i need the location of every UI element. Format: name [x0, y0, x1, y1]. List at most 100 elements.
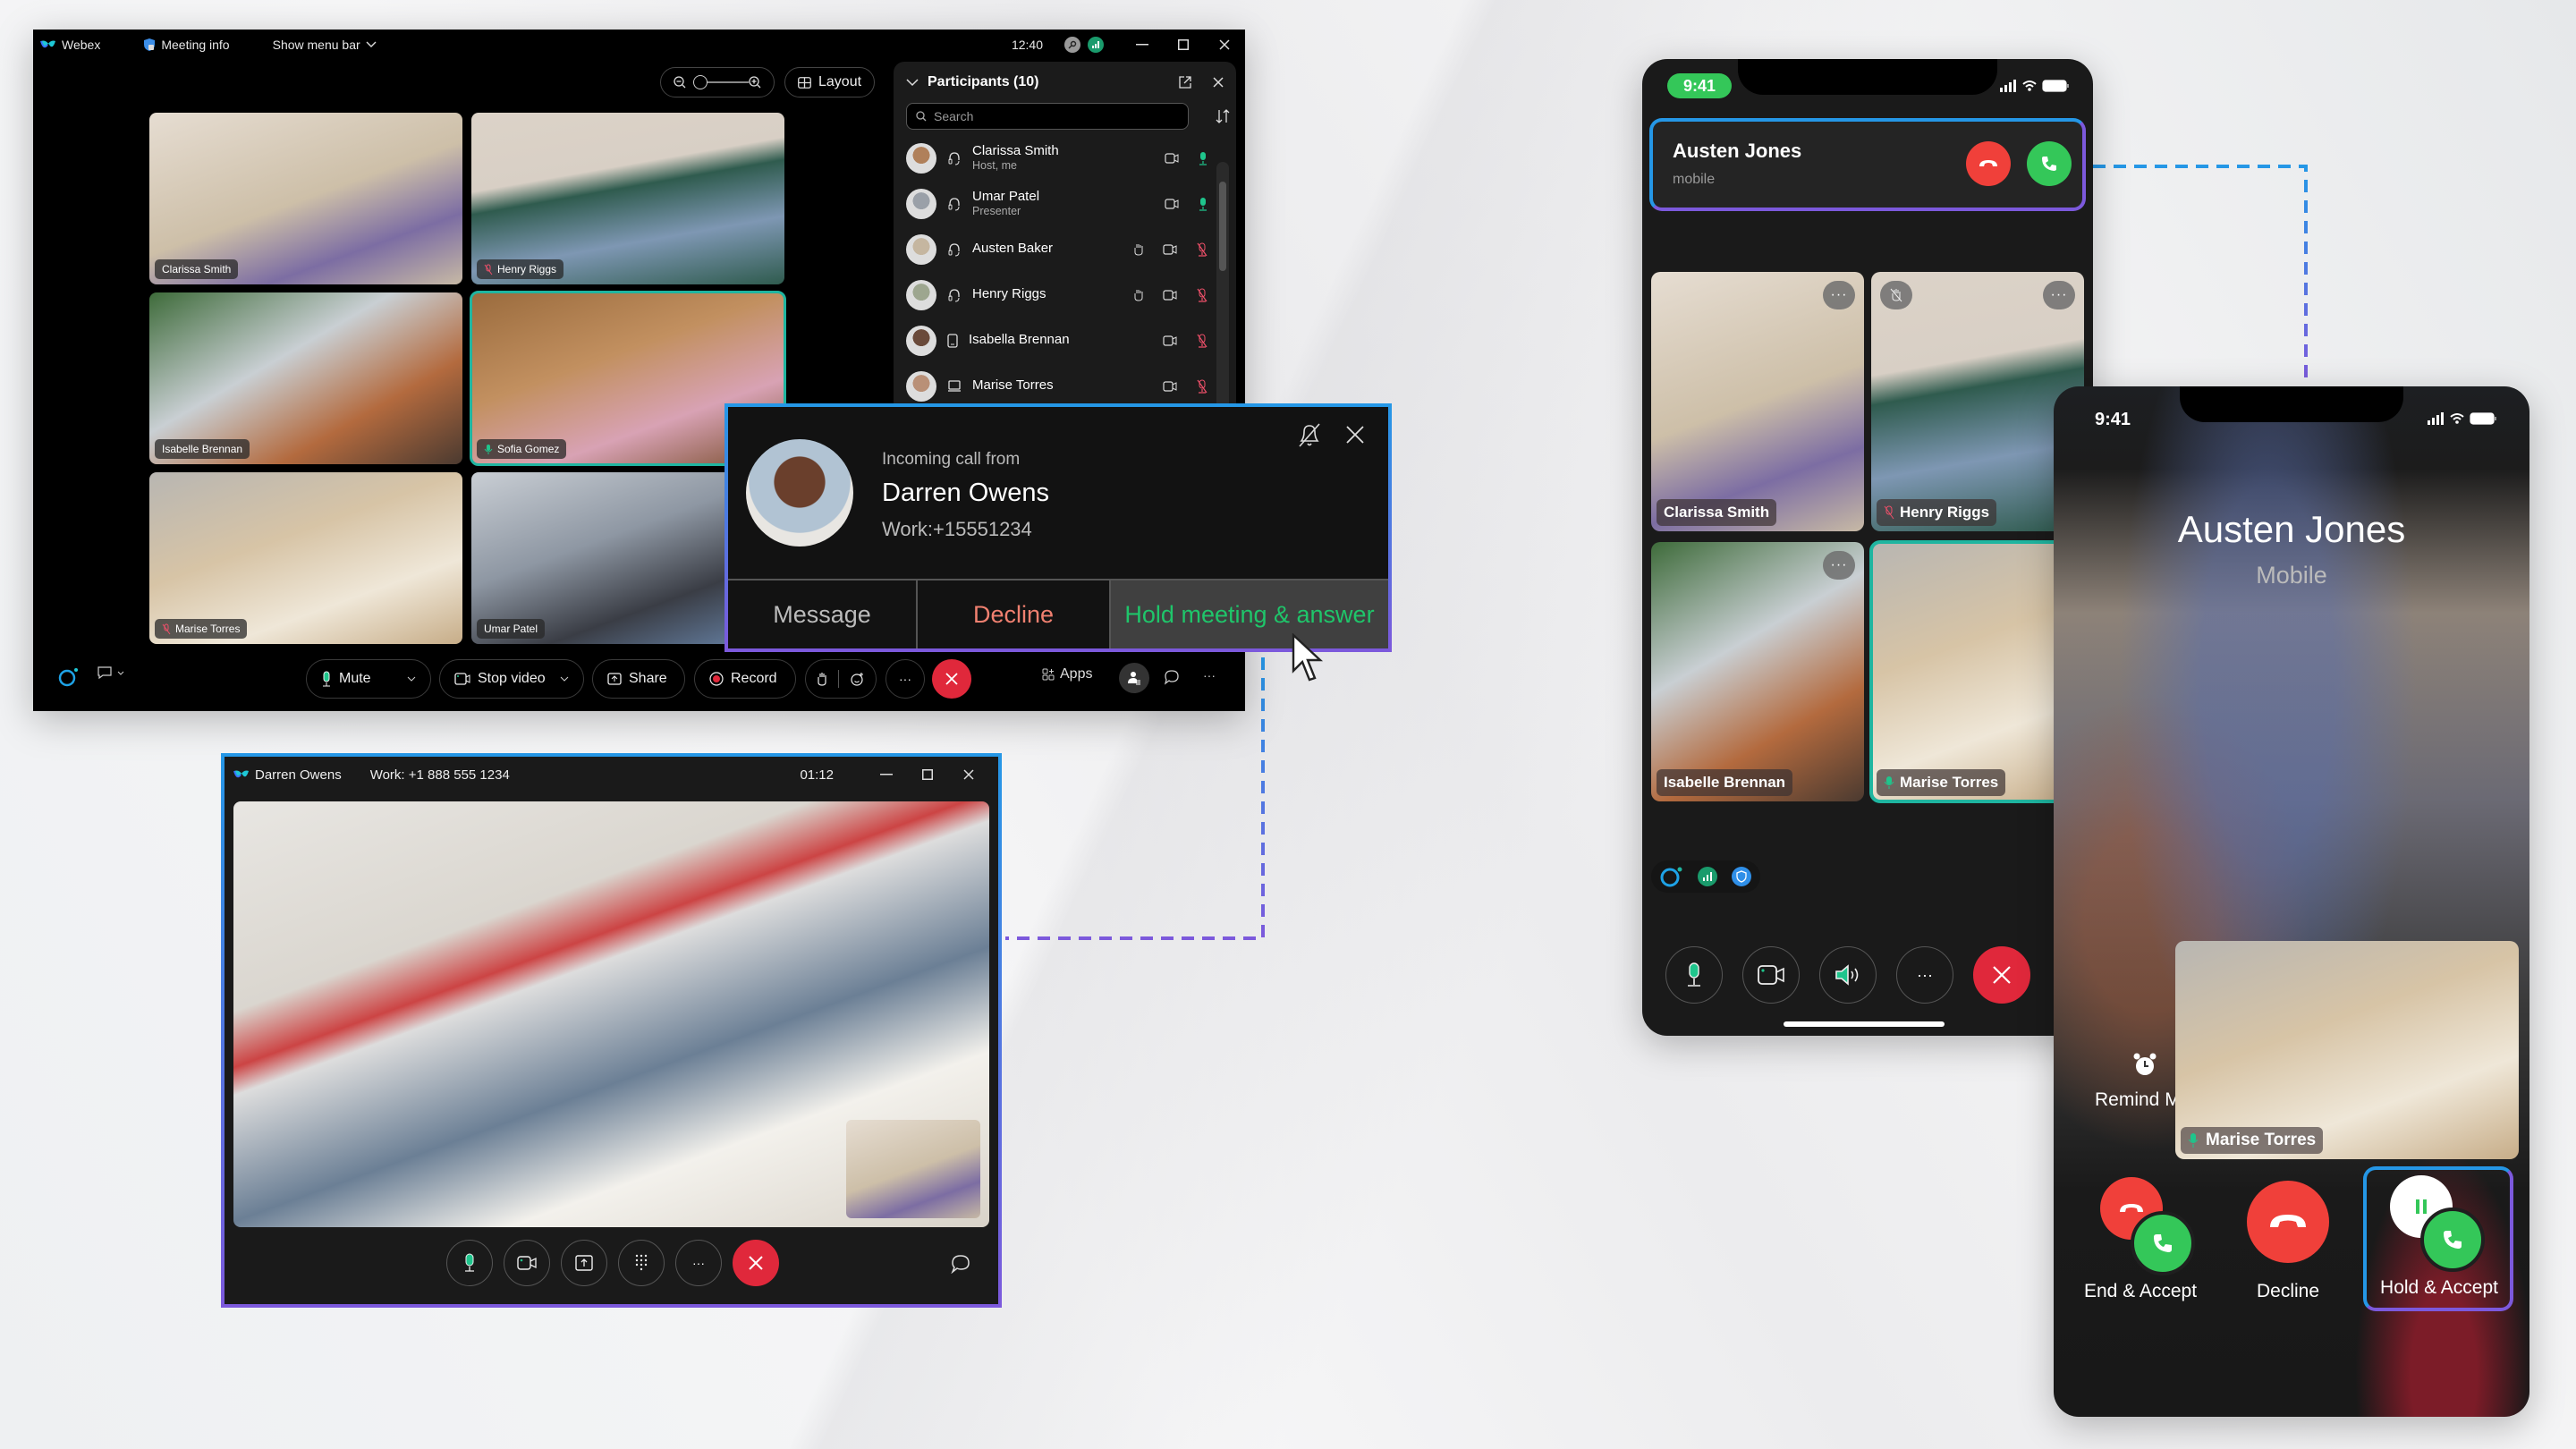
- close-panel-icon[interactable]: [1213, 77, 1224, 88]
- chevron-down-icon[interactable]: [407, 676, 416, 682]
- tile-more-button[interactable]: ···: [1823, 551, 1855, 580]
- participant-row[interactable]: Clarissa Smith Host, me: [894, 135, 1236, 181]
- close-icon[interactable]: [1345, 425, 1365, 445]
- keypad-button[interactable]: [618, 1240, 665, 1286]
- camera-icon: [1165, 152, 1179, 164]
- hand-lowered-icon[interactable]: [1880, 281, 1912, 309]
- incoming-call-banner[interactable]: Austen Jones mobile: [1649, 118, 2086, 211]
- apps-button[interactable]: Apps: [1042, 666, 1092, 682]
- mute-ringer-icon[interactable]: [1297, 421, 1322, 448]
- video-tile[interactable]: Clarissa Smith: [149, 113, 462, 284]
- minimize-button[interactable]: [866, 759, 907, 790]
- zoom-out-icon[interactable]: [674, 76, 686, 89]
- alarm-clock-icon[interactable]: [2132, 1052, 2157, 1077]
- pip-name-label: Marise Torres: [2181, 1127, 2324, 1154]
- maximize-button[interactable]: [1163, 30, 1204, 60]
- hold-accept-button[interactable]: Hold & Accept: [2363, 1166, 2513, 1311]
- end-accept-button[interactable]: [2100, 1177, 2199, 1275]
- webex-app-label[interactable]: Webex: [40, 38, 100, 52]
- pip-video[interactable]: Marise Torres: [2175, 941, 2519, 1159]
- video-tile[interactable]: Henry Riggs: [471, 113, 784, 284]
- more-menu-icon[interactable]: ···: [1203, 668, 1216, 682]
- more-options-button[interactable]: ···: [1896, 946, 1953, 1004]
- chevron-down-icon[interactable]: [560, 676, 569, 682]
- chat-icon[interactable]: [951, 1254, 970, 1274]
- participant-row[interactable]: Umar Patel Presenter: [894, 181, 1236, 226]
- banner-accept-button[interactable]: [2027, 141, 2072, 186]
- collapse-chevron-icon[interactable]: [906, 78, 919, 87]
- participants-title: Participants (10): [928, 74, 1039, 89]
- participant-search-input[interactable]: Search: [906, 103, 1189, 130]
- tile-more-button[interactable]: ···: [1823, 281, 1855, 309]
- video-tile-active-speaker[interactable]: Marise Torres: [1869, 540, 2086, 803]
- caller-avatar: [746, 439, 853, 547]
- banner-decline-button[interactable]: [1966, 141, 2011, 186]
- captions-button[interactable]: [97, 666, 124, 679]
- mute-button[interactable]: [1665, 946, 1723, 1004]
- video-button[interactable]: [504, 1240, 550, 1286]
- share-button[interactable]: Share: [592, 659, 685, 699]
- more-options-button[interactable]: ···: [886, 659, 925, 699]
- participant-row[interactable]: Marise Torres: [894, 363, 1236, 409]
- close-window-button[interactable]: [948, 759, 989, 790]
- zoom-slider[interactable]: [693, 75, 749, 89]
- reactions-icon[interactable]: [850, 672, 864, 686]
- mic-on-icon: [463, 1253, 476, 1273]
- stop-video-button[interactable]: Stop video: [439, 659, 584, 699]
- minimize-button[interactable]: [1122, 30, 1163, 60]
- remind-me-button[interactable]: Remind M: [2095, 1089, 2181, 1111]
- leave-meeting-button[interactable]: [1973, 946, 2030, 1004]
- self-view-video[interactable]: [846, 1120, 980, 1218]
- participant-row[interactable]: Austen Baker: [894, 226, 1236, 272]
- video-tile[interactable]: ··· Henry Riggs: [1871, 272, 2084, 531]
- share-button[interactable]: [561, 1240, 607, 1286]
- security-shield-icon[interactable]: [1732, 867, 1751, 886]
- show-menu-bar-button[interactable]: Show menu bar: [273, 38, 377, 52]
- sort-icon[interactable]: [1216, 109, 1230, 123]
- home-indicator: [1784, 1021, 1945, 1027]
- headset-icon: [947, 197, 962, 211]
- end-call-button[interactable]: [733, 1240, 779, 1286]
- speaker-button[interactable]: [1819, 946, 1877, 1004]
- zoom-in-icon[interactable]: [749, 76, 761, 89]
- network-signal-icon[interactable]: [1088, 37, 1104, 53]
- mute-button[interactable]: Mute: [306, 659, 431, 699]
- pop-out-icon[interactable]: [1179, 76, 1191, 89]
- participants-toggle-button[interactable]: [1119, 663, 1149, 693]
- participant-row[interactable]: Henry Riggs: [894, 272, 1236, 318]
- layout-label: Layout: [818, 74, 862, 89]
- layout-button[interactable]: Layout: [784, 67, 876, 97]
- meeting-info-button[interactable]: Meeting info: [143, 38, 230, 52]
- video-tile[interactable]: Marise Torres: [149, 472, 462, 644]
- close-window-button[interactable]: [1204, 30, 1245, 60]
- message-button[interactable]: Message: [728, 579, 918, 648]
- key-icon[interactable]: [1064, 37, 1080, 53]
- zoom-slider-control[interactable]: [660, 67, 775, 97]
- participant-role: Presenter: [972, 204, 1021, 217]
- participant-row[interactable]: Isabella Brennan: [894, 318, 1236, 363]
- decline-button[interactable]: Decline: [918, 579, 1111, 648]
- video-tile[interactable]: ··· Clarissa Smith: [1651, 272, 1864, 531]
- chat-icon[interactable]: [1164, 669, 1180, 685]
- participants-scrollbar[interactable]: [1216, 162, 1229, 430]
- video-button[interactable]: [1742, 946, 1800, 1004]
- record-button[interactable]: Record: [694, 659, 796, 699]
- video-tile[interactable]: Isabelle Brennan: [149, 292, 462, 464]
- mouse-cursor-icon: [1292, 633, 1327, 683]
- leave-meeting-button[interactable]: [932, 659, 971, 699]
- hold-meeting-answer-button[interactable]: Hold meeting & answer: [1111, 579, 1388, 648]
- webex-ai-assistant-icon[interactable]: [1660, 866, 1683, 887]
- webex-ai-assistant-icon[interactable]: [58, 666, 80, 688]
- more-options-button[interactable]: ···: [675, 1240, 722, 1286]
- ellipsis-icon: ···: [1917, 965, 1933, 984]
- network-signal-icon[interactable]: [1698, 867, 1717, 886]
- mute-button[interactable]: [446, 1240, 493, 1286]
- share-screen-icon: [575, 1255, 593, 1271]
- decline-button[interactable]: [2247, 1181, 2329, 1263]
- tile-more-button[interactable]: ···: [2043, 281, 2075, 309]
- raise-hand-icon[interactable]: [817, 672, 827, 686]
- show-menu-bar-label: Show menu bar: [272, 38, 360, 52]
- video-tile[interactable]: ··· Isabelle Brennan: [1651, 542, 1864, 801]
- maximize-button[interactable]: [907, 759, 948, 790]
- raise-hand-icon: [1134, 243, 1143, 256]
